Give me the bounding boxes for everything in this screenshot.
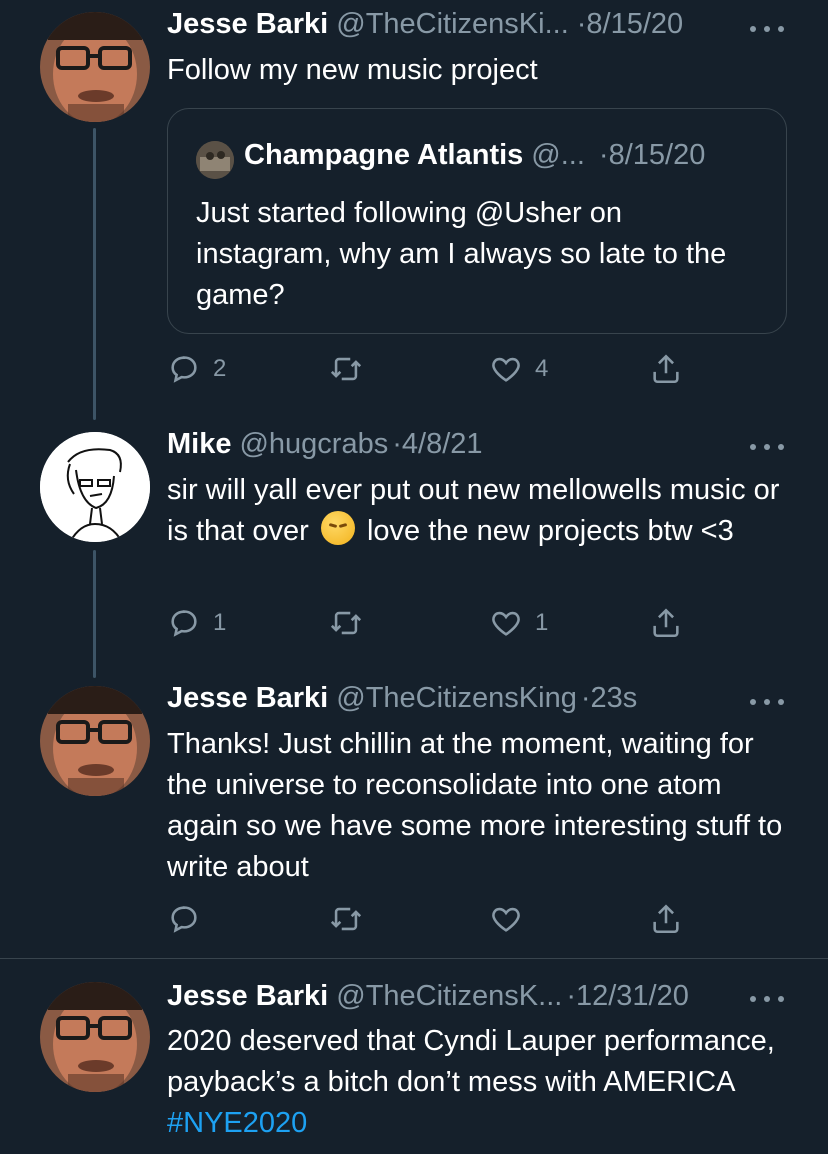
tweet-text: Thanks! Just chillin at the moment, wait…: [167, 728, 783, 883]
author-name[interactable]: Jesse Barki: [167, 980, 328, 1013]
author-handle[interactable]: @hugcrabs: [239, 428, 388, 461]
author-handle[interactable]: @TheCitizensKing: [336, 682, 577, 715]
tweet-thread: Jesse Barki @TheCitizensKi... ·8/15/20 F…: [0, 0, 828, 1154]
like-button[interactable]: 4: [489, 352, 548, 386]
author-name[interactable]: Jesse Barki: [167, 8, 328, 41]
reply-count: 1: [213, 609, 227, 636]
quoted-author-handle: @...: [531, 139, 585, 171]
avatar[interactable]: [40, 432, 150, 542]
share-button[interactable]: [649, 606, 683, 640]
thread-line: [93, 128, 96, 420]
retweet-icon: [330, 611, 362, 635]
retweet-icon: [330, 907, 362, 931]
author-handle[interactable]: @TheCitizensKi...: [336, 8, 569, 41]
avatar[interactable]: [40, 12, 150, 122]
like-button[interactable]: 1: [489, 606, 548, 640]
author-name[interactable]: Mike: [167, 428, 231, 461]
more-icon[interactable]: [750, 22, 784, 36]
tweet-actions: 2 4: [167, 352, 707, 392]
heart-icon: [492, 907, 520, 932]
retweet-icon: [330, 357, 362, 381]
heart-icon: [492, 611, 520, 636]
thread-line: [93, 550, 96, 678]
more-icon[interactable]: [750, 440, 784, 454]
tweet-actions: [167, 902, 707, 942]
tweet-actions: 1 1: [167, 606, 707, 646]
reply-button[interactable]: [167, 902, 201, 936]
tweet-date[interactable]: ·12/31/20: [566, 980, 689, 1013]
heart-icon: [492, 357, 520, 382]
reply-icon: [171, 610, 197, 637]
retweet-button[interactable]: [329, 606, 375, 640]
tweet-text: 2020 deserved that Cyndi Lauper performa…: [167, 1021, 788, 1144]
reply-button[interactable]: 2: [167, 352, 226, 386]
more-icon[interactable]: [750, 992, 784, 1006]
avatar[interactable]: [40, 982, 150, 1092]
retweet-button[interactable]: [329, 352, 375, 386]
reply-button[interactable]: 1: [167, 606, 226, 640]
share-button[interactable]: [649, 352, 683, 386]
author-handle[interactable]: @TheCitizensK...: [336, 980, 562, 1013]
tweet-date[interactable]: ·8/15/20: [577, 8, 683, 41]
tweet-text: Follow my new music project: [167, 54, 538, 86]
reply-count: 2: [213, 355, 227, 382]
tweet-text: sir will yall ever put out new mellowell…: [167, 470, 788, 552]
divider: [0, 958, 828, 959]
like-count: 1: [535, 609, 549, 636]
tweet-date[interactable]: ·4/8/21: [392, 428, 482, 461]
reply-icon: [171, 356, 197, 383]
share-button[interactable]: [649, 902, 683, 936]
more-icon[interactable]: [750, 695, 784, 709]
quoted-avatar: [196, 141, 234, 179]
tweet-text-part: 2020 deserved that Cyndi Lauper performa…: [167, 1025, 775, 1098]
share-icon: [653, 354, 679, 384]
retweet-button[interactable]: [329, 902, 363, 936]
avatar[interactable]: [40, 686, 150, 796]
hashtag-link[interactable]: #NYE2020: [167, 1107, 307, 1139]
share-icon: [653, 608, 679, 638]
tweet-text-part: love the new projects btw <3: [366, 515, 734, 547]
quoted-tweet-date: ·8/15/20: [598, 139, 706, 171]
tweet-date[interactable]: ·23s: [581, 682, 637, 715]
like-button[interactable]: [489, 902, 523, 936]
pensive-face-icon: [320, 511, 355, 545]
quoted-author-name: Champagne Atlantis: [244, 139, 524, 171]
share-icon: [653, 904, 679, 934]
quoted-tweet[interactable]: Champagne Atlantis @... ·8/15/20 Just st…: [167, 108, 787, 334]
author-name[interactable]: Jesse Barki: [167, 682, 328, 715]
reply-icon: [171, 906, 197, 933]
like-count: 4: [535, 355, 549, 382]
quoted-tweet-text: Just started following @Usher on instagr…: [196, 197, 727, 311]
